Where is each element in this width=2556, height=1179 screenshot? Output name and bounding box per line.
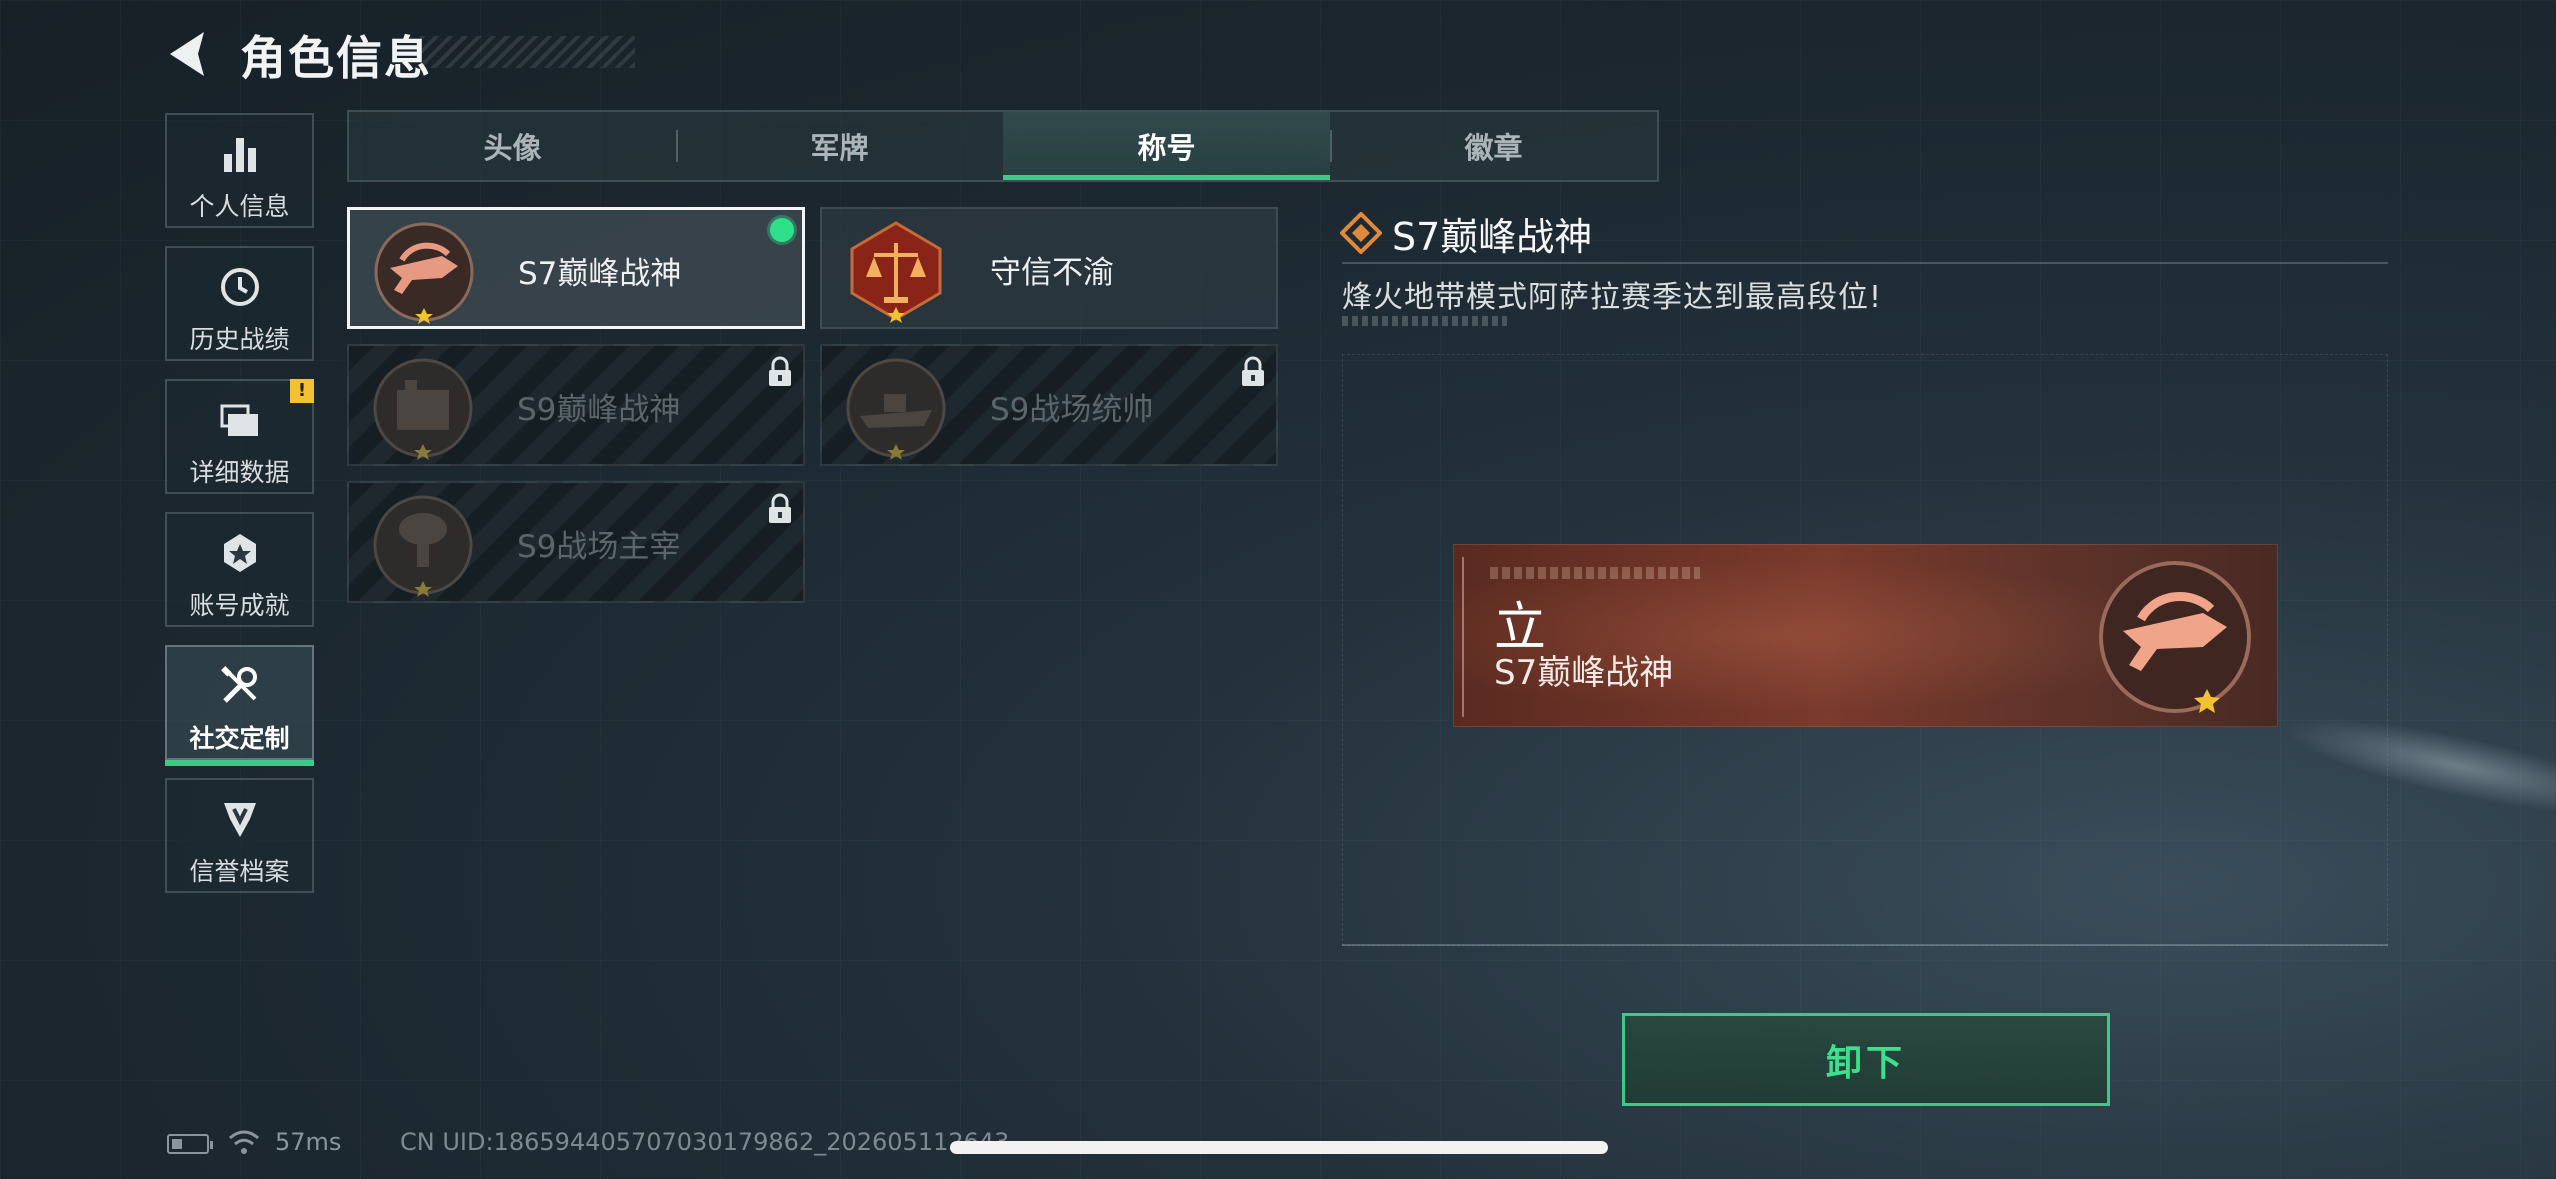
sidebar-item-label: 社交定制 [189, 724, 290, 753]
lock-icon [769, 493, 791, 523]
bar-chart-icon [223, 138, 256, 172]
tab-avatar[interactable]: 头像 [349, 112, 676, 180]
tab-dogtag[interactable]: 军牌 [676, 112, 1003, 180]
home-indicator[interactable] [950, 1141, 1608, 1154]
detail-title: S7巅峰战神 [1392, 215, 1593, 259]
preview-bottom-line [1342, 944, 2388, 946]
achievement-star-icon [223, 534, 256, 572]
detail-subcode [1342, 316, 1507, 326]
detail-description: 烽火地带模式阿萨拉赛季达到最高段位! [1342, 280, 1883, 315]
building-emblem-icon [373, 358, 473, 460]
tab-title[interactable]: 称号 [1003, 112, 1330, 180]
wifi-icon [229, 1130, 259, 1154]
unequip-button[interactable]: 卸下 [1622, 1013, 2110, 1106]
banner-corner-decoration [1462, 557, 1478, 717]
title-card-trustworthy[interactable]: 守信不渝 [820, 207, 1278, 329]
divider [1342, 262, 2388, 264]
ping-value: 57ms [275, 1128, 342, 1156]
title-diamond-icon [1340, 212, 1382, 254]
sidebar-item-achievements[interactable]: 账号成就 [165, 512, 314, 627]
battery-icon [167, 1134, 213, 1154]
title-name: S9战场主宰 [517, 529, 681, 565]
sidebar-item-label: 账号成就 [189, 591, 290, 620]
sidebar-item-label: 个人信息 [189, 192, 290, 221]
tools-wrench-icon [220, 666, 257, 703]
title-card-s9-peak[interactable]: S9巅峰战神 [347, 344, 805, 466]
banner-title: S7巅峰战神 [1494, 653, 1674, 693]
crossbow-emblem-icon [374, 222, 474, 324]
category-tabs: 头像 军牌 称号 徽章 [347, 110, 1659, 182]
title-card-s9-dominator[interactable]: S9战场主宰 [347, 481, 805, 603]
title-name: S9巅峰战神 [517, 392, 681, 428]
title-card-s7-peak[interactable]: S7巅峰战神 [347, 207, 805, 329]
banner-code-decoration [1490, 567, 1700, 579]
title-name: S9战场统帅 [990, 392, 1154, 428]
title-name: 守信不渝 [990, 255, 1114, 291]
player-uid: CN UID:18659440570703017986​2_2026051126… [400, 1128, 1010, 1156]
tab-badge[interactable]: 徽章 [1330, 112, 1657, 180]
lock-icon [769, 356, 791, 386]
lock-icon [1242, 356, 1264, 386]
sidebar-item-details[interactable]: ! 详细数据 [165, 379, 314, 494]
crossbow-emblem-icon [2099, 561, 2251, 713]
sidebar-item-label: 详细数据 [189, 458, 290, 487]
mushroom-cloud-emblem-icon [373, 495, 473, 597]
reputation-shield-icon [223, 803, 256, 837]
history-clock-icon [220, 268, 259, 306]
sidebar-item-reputation[interactable]: 信誉档案 [165, 778, 314, 893]
warship-emblem-icon [846, 358, 946, 460]
title-preview-banner: 立 S7巅峰战神 [1453, 544, 2278, 727]
sidebar-item-profile[interactable]: 个人信息 [165, 113, 314, 228]
back-arrow-icon [170, 32, 204, 76]
title-card-s9-commander[interactable]: S9战场统帅 [820, 344, 1278, 466]
sidebar-item-history[interactable]: 历史战绩 [165, 246, 314, 361]
scales-emblem-icon [850, 221, 942, 323]
title-name: S7巅峰战神 [518, 256, 682, 292]
back-button[interactable] [160, 24, 220, 84]
sidebar-item-label: 历史战绩 [189, 325, 290, 354]
sidebar-item-label: 信誉档案 [189, 857, 290, 886]
title-decoration [420, 36, 635, 68]
sidebar-item-social[interactable]: 社交定制 [165, 645, 314, 766]
equipped-indicator [770, 218, 794, 242]
page-title: 角色信息 [240, 31, 432, 85]
folder-stack-icon [220, 404, 258, 436]
